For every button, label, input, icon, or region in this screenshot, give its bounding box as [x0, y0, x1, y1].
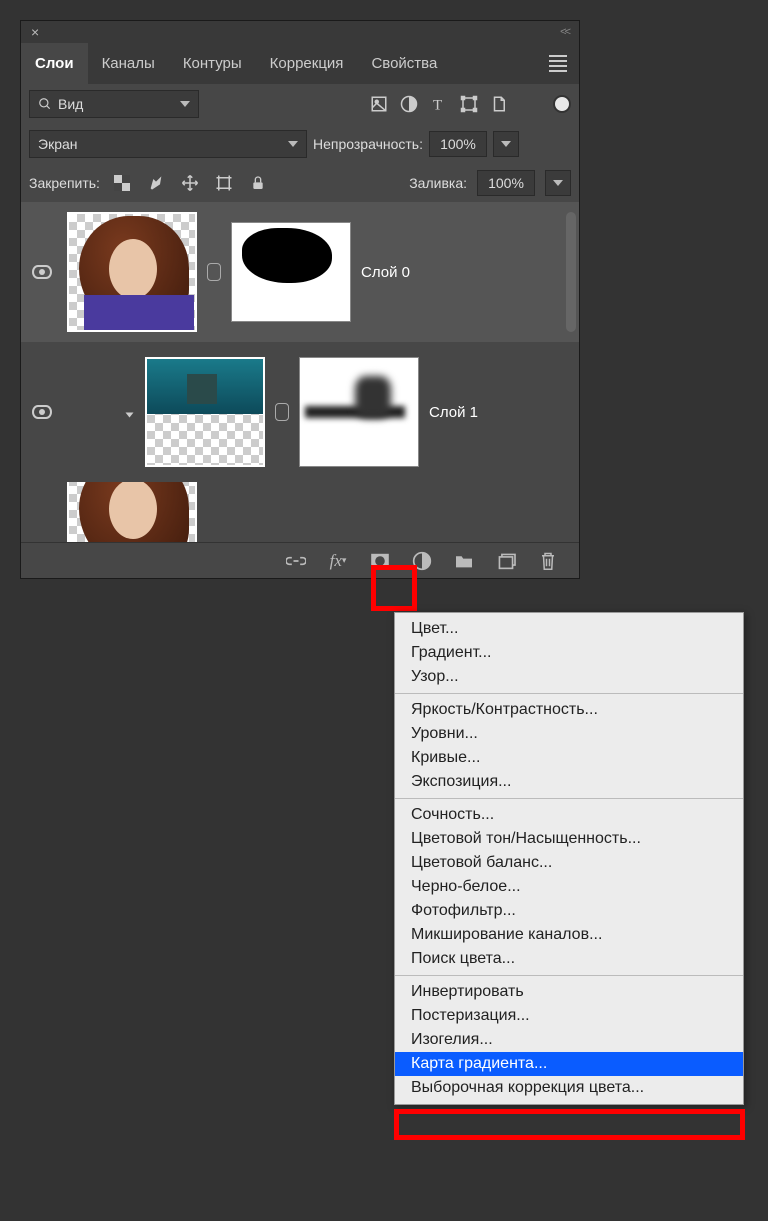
blend-row: Экран Непрозрачность: 100% — [21, 124, 579, 164]
layers-footer: fx▾ — [21, 542, 579, 578]
lock-position-icon[interactable] — [178, 171, 202, 195]
link-layers-icon[interactable] — [283, 548, 309, 574]
layer-thumbnail[interactable] — [145, 357, 265, 467]
clip-indicator-icon — [126, 413, 134, 418]
new-group-icon[interactable] — [451, 548, 477, 574]
menu-item[interactable]: Градиент... — [395, 641, 743, 665]
tab-channels[interactable]: Каналы — [88, 43, 169, 84]
menu-item[interactable]: Выборочная коррекция цвета... — [395, 1076, 743, 1100]
panel-tabs: Слои Каналы Контуры Коррекция Свойства — [21, 43, 579, 84]
collapse-icon[interactable]: << — [560, 26, 569, 38]
lock-artboard-icon[interactable] — [212, 171, 236, 195]
panel-menu-icon[interactable] — [537, 44, 579, 83]
menu-item[interactable]: Экспозиция... — [395, 770, 743, 794]
menu-item[interactable]: Фотофильтр... — [395, 899, 743, 923]
menu-item[interactable]: Микширование каналов... — [395, 923, 743, 947]
lock-all-icon[interactable] — [246, 171, 270, 195]
fill-input[interactable]: 100% — [477, 170, 535, 196]
layer-style-icon[interactable]: fx▾ — [325, 548, 351, 574]
layer-thumbnail[interactable] — [67, 212, 197, 332]
adjustment-menu: Цвет... Градиент... Узор... Яркость/Конт… — [394, 612, 744, 1105]
menu-section: Цвет... Градиент... Узор... — [395, 613, 743, 694]
layers-list: Слой 0 Слой 1 — [21, 202, 579, 542]
menu-item[interactable]: Кривые... — [395, 746, 743, 770]
scrollbar[interactable] — [566, 212, 576, 332]
add-mask-icon[interactable] — [367, 548, 393, 574]
menu-item[interactable]: Яркость/Контрастность... — [395, 698, 743, 722]
layer-thumbnail[interactable] — [67, 482, 197, 542]
menu-item[interactable]: Поиск цвета... — [395, 947, 743, 971]
opacity-chevron[interactable] — [493, 131, 519, 157]
new-layer-icon[interactable] — [493, 548, 519, 574]
adjustment-layer-icon[interactable] — [409, 548, 435, 574]
fill-chevron[interactable] — [545, 170, 571, 196]
menu-item[interactable]: Уровни... — [395, 722, 743, 746]
opacity-input[interactable]: 100% — [429, 131, 487, 157]
visibility-icon[interactable] — [32, 265, 52, 279]
visibility-icon[interactable] — [32, 405, 52, 419]
svg-text:T: T — [433, 97, 442, 113]
mask-thumbnail[interactable] — [299, 357, 419, 467]
menu-section: Яркость/Контрастность... Уровни... Кривы… — [395, 694, 743, 799]
menu-item[interactable]: Сочность... — [395, 803, 743, 827]
tab-paths[interactable]: Контуры — [169, 43, 256, 84]
mask-thumbnail[interactable] — [231, 222, 351, 322]
menu-section: Инвертировать Постеризация... Изогелия..… — [395, 976, 743, 1104]
lock-transparency-icon[interactable] — [110, 171, 134, 195]
opacity-label: Непрозрачность: — [313, 136, 423, 152]
menu-item[interactable]: Цвет... — [395, 617, 743, 641]
filter-type-text-icon[interactable]: T — [427, 92, 451, 116]
filter-shape-icon[interactable] — [457, 92, 481, 116]
layer-row[interactable]: Слой 1 — [21, 342, 579, 482]
layer-name[interactable]: Слой 0 — [361, 264, 410, 281]
tab-adjustments[interactable]: Коррекция — [256, 43, 358, 84]
blend-mode-label: Экран — [38, 136, 78, 152]
menu-item[interactable]: Цветовой баланс... — [395, 851, 743, 875]
mask-link-icon[interactable] — [207, 263, 221, 281]
layer-row[interactable]: Слой 0 — [21, 202, 579, 342]
tab-properties[interactable]: Свойства — [357, 43, 451, 84]
menu-section: Сочность... Цветовой тон/Насыщенность...… — [395, 799, 743, 976]
filter-adjust-icon[interactable] — [397, 92, 421, 116]
menu-item[interactable]: Инвертировать — [395, 980, 743, 1004]
panel-titlebar: × << — [21, 21, 579, 43]
blend-mode-dropdown[interactable]: Экран — [29, 130, 307, 158]
lock-row: Закрепить: Заливка: 100% — [21, 164, 579, 202]
fill-label: Заливка: — [409, 175, 467, 191]
menu-item-gradient-map[interactable]: Карта градиента... — [395, 1052, 743, 1076]
menu-item[interactable]: Цветовой тон/Насыщенность... — [395, 827, 743, 851]
filter-row: Вид T — [21, 84, 579, 124]
menu-item[interactable]: Постеризация... — [395, 1004, 743, 1028]
search-icon — [38, 97, 52, 111]
delete-layer-icon[interactable] — [535, 548, 561, 574]
filter-type-label: Вид — [58, 96, 83, 112]
tab-layers[interactable]: Слои — [21, 43, 88, 84]
layers-panel: × << Слои Каналы Контуры Коррекция Свойс… — [20, 20, 580, 579]
lock-label: Закрепить: — [29, 175, 100, 191]
filter-pixel-icon[interactable] — [367, 92, 391, 116]
layer-name[interactable]: Слой 1 — [429, 404, 478, 421]
menu-item[interactable]: Изогелия... — [395, 1028, 743, 1052]
filter-smartobj-icon[interactable] — [487, 92, 511, 116]
menu-item[interactable]: Узор... — [395, 665, 743, 689]
filter-toggle[interactable] — [553, 95, 571, 113]
menu-item[interactable]: Черно-белое... — [395, 875, 743, 899]
layer-row[interactable] — [21, 482, 579, 542]
filter-type-dropdown[interactable]: Вид — [29, 90, 199, 118]
lock-pixels-icon[interactable] — [144, 171, 168, 195]
mask-link-icon[interactable] — [275, 403, 289, 421]
highlight-menu-item — [394, 1109, 745, 1140]
close-icon[interactable]: × — [31, 24, 39, 40]
